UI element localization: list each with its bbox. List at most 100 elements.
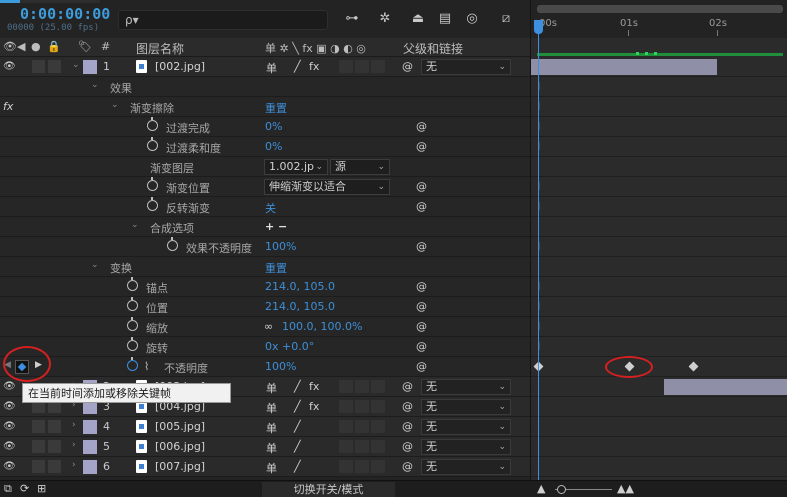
motion-blur-toggle[interactable] <box>355 380 369 393</box>
effects-group-row[interactable]: ⌄ 效果 <box>0 77 530 97</box>
layer-name[interactable]: [005.jpg] <box>155 420 205 433</box>
expand-chevron-icon[interactable]: ⌄ <box>91 80 99 90</box>
solo-toggle[interactable] <box>32 60 45 73</box>
parent-dropdown[interactable]: 无 ⌄ <box>421 379 511 395</box>
opacity-property-row[interactable]: ◀ ▶ ⌇ 不透明度 100% @ <box>0 357 530 377</box>
reset-link[interactable]: 重置 <box>265 100 287 116</box>
expression-pickwhip-icon[interactable]: @ <box>416 340 427 353</box>
layer-row[interactable]: 👁 › 6 [007.jpg] 单 ╱ @ 无 ⌄ <box>0 457 530 477</box>
comp-settings-icon[interactable]: ⧉ <box>4 482 12 496</box>
property-row[interactable]: 锚点 214.0, 105.0 @ <box>0 277 530 297</box>
lock-toggle[interactable] <box>48 420 61 433</box>
gradient-source-dropdown[interactable]: 源 ⌄ <box>330 159 390 175</box>
stopwatch-icon[interactable] <box>147 197 158 211</box>
frame-render-icon[interactable]: ⊞ <box>37 482 46 495</box>
property-value[interactable]: 0x +0.0° <box>265 340 314 353</box>
quality-switch-icon[interactable]: ╱ <box>294 400 301 413</box>
property-value[interactable]: 100.0, 100.0% <box>282 320 362 333</box>
expression-pickwhip-icon[interactable]: @ <box>416 180 427 193</box>
layer-row[interactable]: 👁 ⌄ 1 [002.jpg] 单 ╱ fx @ 无 ⌄ <box>0 57 530 77</box>
parent-dropdown[interactable]: 无 ⌄ <box>421 419 511 435</box>
motion-blur-toggle[interactable] <box>355 440 369 453</box>
shy-switch-icon[interactable]: 单 <box>266 460 277 476</box>
current-timecode[interactable]: 0:00:00:00 <box>20 5 110 23</box>
motion-blur-toggle[interactable] <box>355 420 369 433</box>
property-row[interactable]: 缩放 ∞ 100.0, 100.0% @ <box>0 317 530 337</box>
expand-chevron-icon[interactable]: › <box>72 440 76 450</box>
property-row[interactable]: 位置 214.0, 105.0 @ <box>0 297 530 317</box>
property-value[interactable]: 关 <box>265 200 276 216</box>
expression-pickwhip-icon[interactable]: @ <box>416 240 427 253</box>
property-row[interactable]: 效果不透明度 100% @ <box>0 237 530 257</box>
stopwatch-icon[interactable] <box>127 277 138 291</box>
parent-header[interactable]: 父级和链接 <box>403 40 463 57</box>
layer-row[interactable]: 👁 › 4 [005.jpg] 单 ╱ @ 无 ⌄ <box>0 417 530 437</box>
expand-chevron-icon[interactable]: ⌄ <box>72 60 80 70</box>
property-value[interactable]: 214.0, 105.0 <box>265 280 335 293</box>
comp-flowchart-icon[interactable]: ⊶ <box>343 11 361 27</box>
stopwatch-icon[interactable] <box>147 117 158 131</box>
frame-blend-toggle[interactable] <box>339 380 353 393</box>
property-value[interactable]: 100% <box>265 360 296 373</box>
motion-blur-toggle[interactable] <box>355 460 369 473</box>
shy-switch-icon[interactable]: 单 <box>266 400 277 416</box>
shy-switch-icon[interactable]: 单 <box>266 420 277 436</box>
expression-pickwhip-icon[interactable]: @ <box>416 200 427 213</box>
pickwhip-icon[interactable]: @ <box>402 460 413 473</box>
label-color-swatch[interactable] <box>83 440 97 454</box>
layer-duration-bar[interactable] <box>531 59 717 75</box>
frame-blend-toggle[interactable] <box>339 440 353 453</box>
expand-chevron-icon[interactable]: ⌄ <box>131 220 139 230</box>
transform-group-row[interactable]: ⌄ 变换 重置 <box>0 257 530 277</box>
label-color-swatch[interactable] <box>83 60 97 74</box>
fx-switch-icon[interactable]: fx <box>309 60 319 73</box>
motion-blur-toggle[interactable] <box>355 60 369 73</box>
frame-blending-icon[interactable]: ▤ <box>436 11 454 27</box>
compositing-options-row[interactable]: ⌄ 合成选项 + − <box>0 217 530 237</box>
layer-name[interactable]: [007.jpg] <box>155 460 205 473</box>
time-ruler[interactable]: 00s 01s 02s <box>531 0 787 38</box>
gradient-wipe-row[interactable]: fx ⌄ 渐变擦除 重置 <box>0 97 530 117</box>
property-row[interactable]: 过渡完成 0% @ <box>0 117 530 137</box>
visibility-eye-icon[interactable]: 👁 <box>3 401 16 412</box>
frame-blend-toggle[interactable] <box>339 460 353 473</box>
shy-layers-icon[interactable]: ⏏ <box>409 11 427 27</box>
property-row[interactable]: 过渡柔和度 0% @ <box>0 137 530 157</box>
pickwhip-icon[interactable]: @ <box>402 400 413 413</box>
shy-switch-icon[interactable]: 单 <box>266 60 277 76</box>
expand-chevron-icon[interactable]: ⌄ <box>91 260 99 270</box>
label-color-swatch[interactable] <box>83 420 97 434</box>
expression-pickwhip-icon[interactable]: @ <box>416 120 427 133</box>
property-value[interactable]: 214.0, 105.0 <box>265 300 335 313</box>
zoom-in-icon[interactable]: ▲▲ <box>617 482 634 495</box>
layer-name[interactable]: [006.jpg] <box>155 440 205 453</box>
property-row[interactable]: 渐变位置 伸缩渐变以适合 ⌄ @ <box>0 177 530 197</box>
timeline-graph-area[interactable]: 00s 01s 02s I I I I I I I I I I I <box>530 0 787 497</box>
3d-layer-toggle[interactable] <box>371 60 385 73</box>
property-row[interactable]: 旋转 0x +0.0° @ <box>0 337 530 357</box>
reset-link[interactable]: 重置 <box>265 260 287 276</box>
fx-icon[interactable]: fx <box>3 100 13 113</box>
property-row[interactable]: 渐变图层 1.002.jp ⌄ 源 ⌄ <box>0 157 530 177</box>
solo-toggle[interactable] <box>32 420 45 433</box>
time-navigator-bar[interactable] <box>537 5 783 13</box>
pickwhip-icon[interactable]: @ <box>402 420 413 433</box>
parent-dropdown[interactable]: 无 ⌄ <box>421 459 511 475</box>
draft-3d-icon[interactable]: ✲ <box>376 11 394 27</box>
expression-pickwhip-icon[interactable]: @ <box>416 360 427 373</box>
gradient-layer-dropdown[interactable]: 1.002.jp ⌄ <box>264 159 328 175</box>
solo-toggle[interactable] <box>32 460 45 473</box>
stopwatch-icon[interactable] <box>127 317 138 331</box>
expression-pickwhip-icon[interactable]: @ <box>416 140 427 153</box>
motion-blur-icon[interactable]: ◎ <box>463 11 481 27</box>
pickwhip-icon[interactable]: @ <box>402 440 413 453</box>
expand-chevron-icon[interactable]: › <box>72 420 76 430</box>
frame-blend-toggle[interactable] <box>339 420 353 433</box>
fx-switch-icon[interactable]: fx <box>309 400 319 413</box>
parent-dropdown[interactable]: 无 ⌄ <box>421 59 511 75</box>
label-color-swatch[interactable] <box>83 460 97 474</box>
visibility-eye-icon[interactable]: 👁 <box>3 61 16 72</box>
graph-icon[interactable]: ⌇ <box>144 360 149 373</box>
3d-layer-toggle[interactable] <box>371 400 385 413</box>
pickwhip-icon[interactable]: @ <box>402 380 413 393</box>
